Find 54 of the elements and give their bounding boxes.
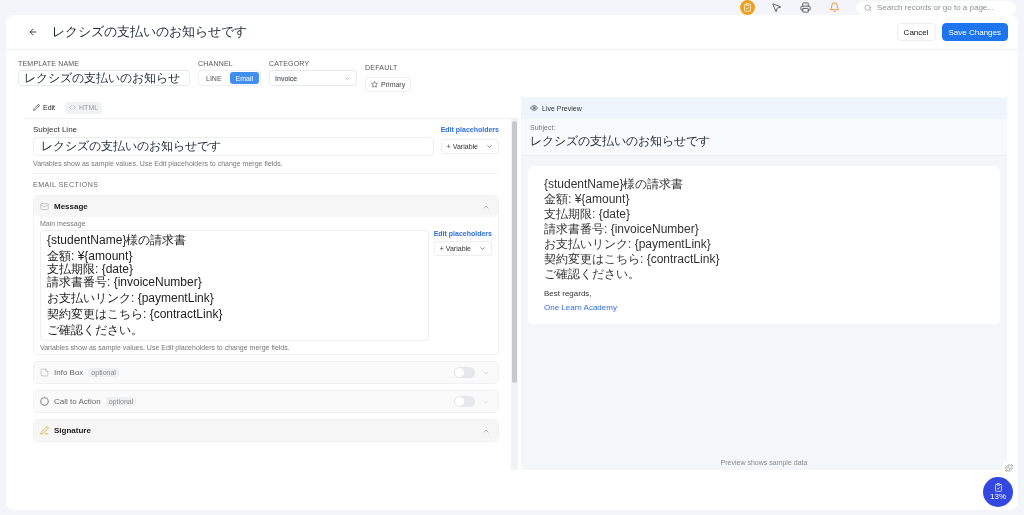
chevron-down-icon bbox=[479, 245, 486, 252]
puzzle-icon[interactable] bbox=[1002, 461, 1016, 475]
back-arrow-icon[interactable] bbox=[28, 27, 38, 37]
chevron-down-icon bbox=[344, 74, 352, 82]
message-line: 請求書番号: {invoiceNumber} bbox=[47, 276, 203, 289]
progress-button[interactable]: 13% bbox=[983, 477, 1013, 507]
cancel-button[interactable]: Cancel bbox=[896, 23, 936, 41]
message-line: 金額: ¥{amount} bbox=[47, 250, 134, 263]
search-icon bbox=[864, 3, 872, 12]
save-button[interactable]: Save Changes bbox=[941, 23, 1008, 41]
note-icon bbox=[40, 368, 49, 377]
subject-field[interactable]: レクシズの支払いのお知らせです bbox=[33, 137, 434, 156]
subject-label: Subject Line bbox=[33, 125, 78, 134]
eye-icon bbox=[530, 104, 538, 112]
preview-subject: レクシズの支払いのお知らせです bbox=[530, 133, 711, 150]
circle-icon bbox=[40, 397, 49, 406]
email-line: ご確認ください。 bbox=[544, 268, 641, 281]
printer-icon[interactable] bbox=[798, 0, 813, 15]
pointer-icon[interactable] bbox=[769, 0, 784, 15]
code-icon bbox=[69, 104, 77, 111]
email-line: 契約変更はこちら: {contractLink} bbox=[544, 253, 721, 266]
bell-icon[interactable] bbox=[827, 0, 842, 15]
section-header[interactable]: Message bbox=[34, 196, 498, 217]
page-title: レクシズの支払いのお知らせです bbox=[52, 23, 248, 41]
closing-text: Best regards, bbox=[544, 289, 593, 298]
pencil-icon bbox=[33, 104, 40, 111]
email-line: 支払期限: {date} bbox=[544, 208, 632, 221]
section-title: Message bbox=[54, 202, 88, 211]
clipboard-icon bbox=[993, 483, 1003, 492]
section-switch[interactable] bbox=[454, 396, 475, 407]
message-line: 契約変更はこちら: {contractLink} bbox=[47, 308, 224, 321]
email-line: 金額: ¥{amount} bbox=[544, 193, 631, 206]
template-name-field[interactable]: レクシズの支払いのお知らせ bbox=[18, 70, 190, 86]
message-line: ご確認ください。 bbox=[47, 324, 144, 337]
section-title: Info Box bbox=[54, 368, 84, 377]
scrollbar[interactable] bbox=[511, 119, 518, 470]
checklist-icon[interactable] bbox=[740, 0, 755, 15]
pen-icon bbox=[40, 426, 49, 435]
message-line: {studentName}様の請求書 bbox=[47, 234, 188, 247]
email-line: お支払いリンク: {paymentLink} bbox=[544, 238, 712, 251]
search-field[interactable]: Search records or go to a page... bbox=[856, 0, 1016, 15]
section-title: Call to Action bbox=[54, 397, 101, 406]
email-line: {studentName}様の請求書 bbox=[544, 178, 685, 191]
section-header[interactable]: Signature bbox=[34, 420, 498, 441]
section-switch[interactable] bbox=[454, 367, 475, 378]
message-line: お支払いリンク: {paymentLink} bbox=[47, 292, 215, 305]
message-field[interactable]: {studentName}様の請求書 金額: ¥{amount} 支払期限: {date} 請求書番号: {invoiceNumber} お支払いリンク: {paymentLink} 契約変更はこちら: {contractLink} ご確認ください。 bbox=[40, 230, 429, 341]
message-line: 支払期限: {date} bbox=[47, 263, 135, 276]
section-title: Signature bbox=[54, 426, 91, 435]
sender-link[interactable]: One Learn Academy bbox=[544, 303, 984, 312]
envelope-icon bbox=[40, 202, 49, 211]
chevron-down-icon bbox=[486, 143, 493, 150]
email-line: 請求書番号: {invoiceNumber} bbox=[544, 223, 700, 236]
star-icon bbox=[371, 81, 379, 88]
